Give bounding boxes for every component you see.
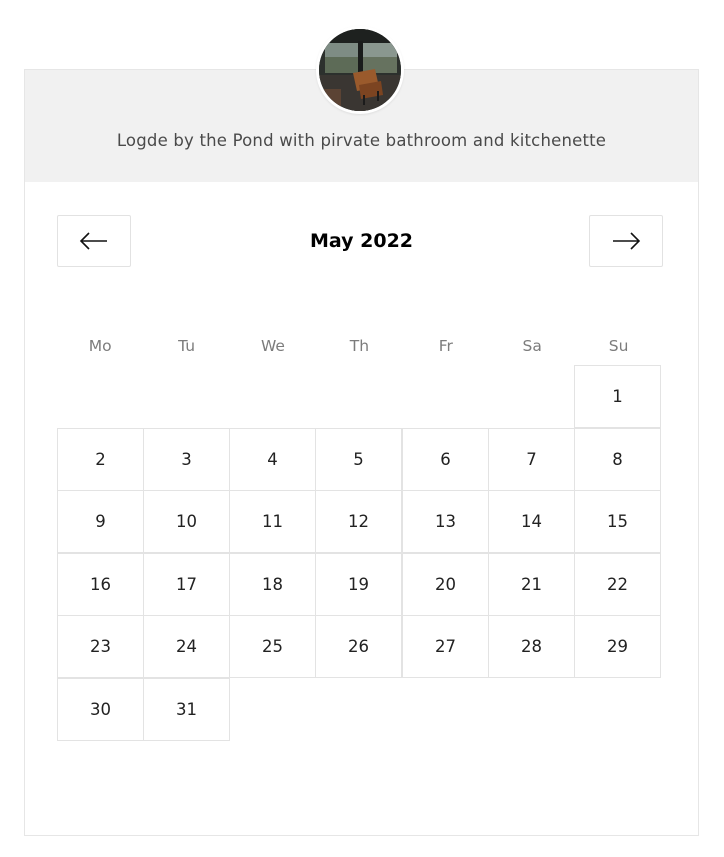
day-cell[interactable]: 31 — [143, 678, 230, 741]
day-cell[interactable]: 14 — [488, 490, 575, 553]
listing-title: Logde by the Pond with pirvate bathroom … — [116, 131, 607, 150]
day-cell[interactable]: 29 — [574, 615, 661, 678]
day-cell[interactable]: 8 — [574, 428, 661, 491]
weekday-label: Sa — [522, 337, 542, 355]
day-cell[interactable]: 4 — [229, 428, 316, 491]
day-cell[interactable]: 11 — [229, 490, 316, 553]
weekday-label: Tu — [178, 337, 196, 355]
day-cell[interactable]: 17 — [143, 553, 230, 616]
calendar-grid: 1 2 3 4 5 6 7 8 9 10 11 12 13 14 15 16 1… — [57, 365, 662, 742]
day-cell[interactable]: 7 — [488, 428, 575, 491]
day-cell[interactable]: 12 — [315, 490, 402, 553]
day-cell[interactable]: 18 — [229, 553, 316, 616]
day-cell[interactable]: 1 — [574, 365, 661, 428]
day-cell[interactable]: 27 — [402, 615, 489, 678]
booking-card: Logde by the Pond with pirvate bathroom … — [24, 69, 699, 836]
day-cell[interactable]: 19 — [315, 553, 402, 616]
weekday-label: Fr — [438, 337, 453, 355]
day-cell[interactable]: 20 — [402, 553, 489, 616]
day-cell[interactable]: 16 — [57, 553, 144, 616]
day-cell[interactable]: 24 — [143, 615, 230, 678]
day-cell[interactable]: 10 — [143, 490, 230, 553]
day-cell[interactable]: 2 — [57, 428, 144, 491]
day-cell[interactable]: 23 — [57, 615, 144, 678]
day-cell[interactable]: 26 — [315, 615, 402, 678]
day-cell[interactable]: 13 — [402, 490, 489, 553]
lodge-interior-photo — [319, 29, 401, 111]
day-cell[interactable]: 28 — [488, 615, 575, 678]
day-cell[interactable]: 30 — [57, 678, 144, 741]
arrow-right-icon — [613, 232, 641, 250]
next-month-button[interactable] — [589, 215, 663, 267]
day-cell[interactable]: 15 — [574, 490, 661, 553]
weekday-header-row: Mo Tu We Th Fr Sa Su — [57, 337, 662, 357]
day-cell[interactable]: 3 — [143, 428, 230, 491]
day-cell[interactable]: 9 — [57, 490, 144, 553]
weekday-label: We — [261, 337, 285, 355]
weekday-label: Th — [349, 337, 370, 355]
day-cell[interactable]: 5 — [315, 428, 402, 491]
weekday-label: Mo — [88, 337, 112, 355]
day-cell[interactable]: 22 — [574, 553, 661, 616]
weekday-label: Su — [608, 337, 629, 355]
listing-photo-avatar — [316, 26, 404, 114]
day-cell[interactable]: 21 — [488, 553, 575, 616]
day-cell[interactable]: 6 — [402, 428, 489, 491]
day-cell[interactable]: 25 — [229, 615, 316, 678]
